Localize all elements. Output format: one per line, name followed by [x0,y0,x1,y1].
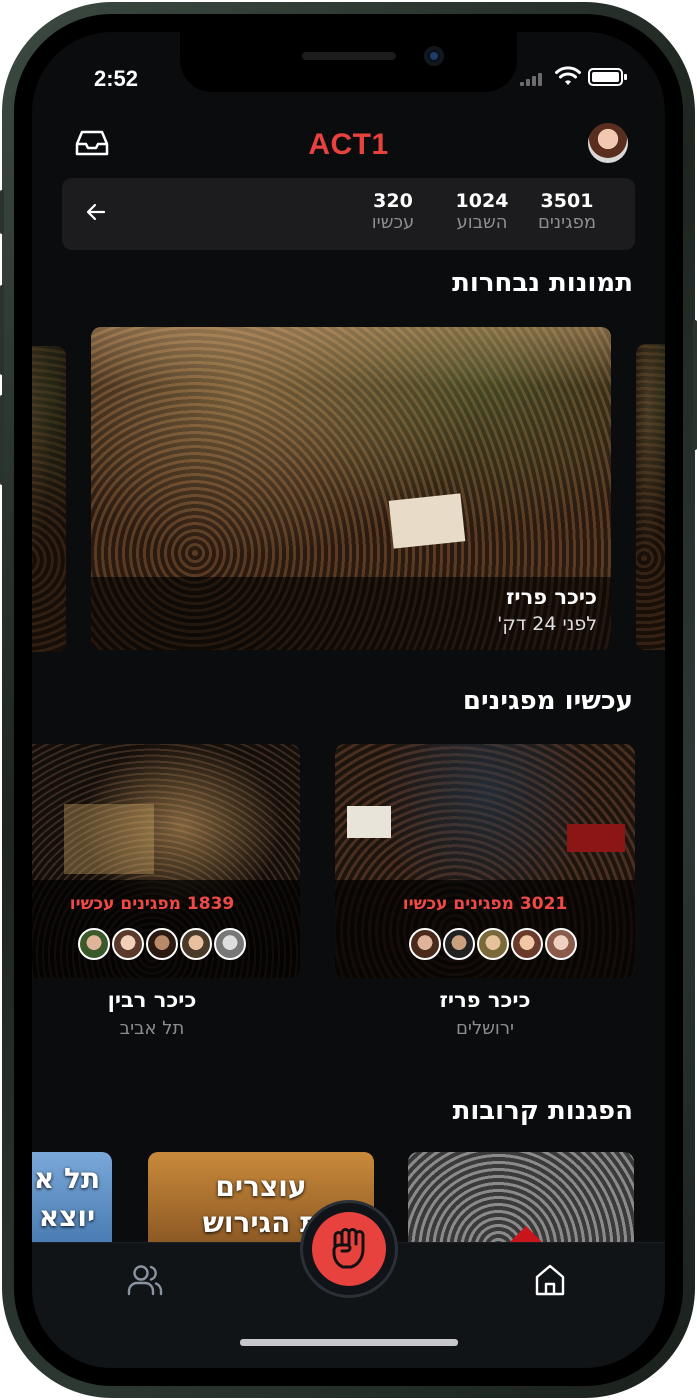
featured-time: לפני 24 דק' [497,613,597,635]
featured-heading: תמונות נבחרות [452,268,633,298]
stat-label: מפגינים [537,212,597,233]
nearby-text-1: עוצרים [215,1170,307,1203]
volume-up-button [0,285,4,375]
dim-overlay [636,344,665,650]
avatar [511,928,543,960]
stat-label: השבוע [456,212,508,233]
featured-photo-next[interactable] [636,344,665,650]
battery-icon [588,68,628,90]
featured-title: כיכר פריז [506,585,597,609]
building-lights [64,804,154,874]
stat-value: 320 [373,190,413,212]
protest-banner [567,824,625,852]
mute-switch [0,190,4,234]
stat-protesters: 3501 מפגינים [527,190,607,233]
stat-now: 320 עכשיו [358,190,428,233]
protest-button[interactable] [300,1200,398,1298]
signal-icon [520,72,548,92]
notch [180,32,517,92]
photo-lights [91,327,611,387]
stat-value: 3501 [540,190,594,212]
front-camera [424,46,444,66]
arrow-left-icon[interactable] [84,200,108,228]
protesting-now-heading: עכשיו מפגינים [462,686,633,716]
now-card-title: כיכר פריז [439,988,531,1012]
protest-sign [347,806,391,838]
people-icon[interactable] [126,1263,164,1301]
now-card-1[interactable]: 1839 מפגינים עכשיו [32,744,300,978]
avatar [409,928,441,960]
now-card-city: ירושלים [455,1018,515,1039]
featured-photo[interactable]: כיכר פריז לפני 24 דק' [91,327,611,650]
avatar [214,928,246,960]
screen: 2:52 ACT1 3501 מפגינים 1024 השבוע 320 עכ… [32,32,665,1368]
app-title: ACT1 [308,128,389,161]
avatar [477,928,509,960]
now-count: 1839 מפגינים עכשיו [69,894,235,914]
avatar [545,928,577,960]
nearby-heading: הפגנות קרובות [452,1096,633,1126]
avatar [78,928,110,960]
avatar[interactable] [588,123,628,163]
stats-bar: 3501 מפגינים 1024 השבוע 320 עכשיו [62,178,635,250]
status-time: 2:52 [94,66,139,91]
speaker [302,52,396,60]
stat-label: עכשיו [371,212,415,233]
featured-photo-prev[interactable] [32,346,66,652]
dim-overlay [32,346,66,652]
nearby-text-1: תל א [33,1162,101,1195]
now-card-title: כיכר רבין [107,988,197,1012]
avatar [112,928,144,960]
avatar [180,928,212,960]
stat-value: 1024 [455,190,509,212]
home-icon[interactable] [533,1263,567,1301]
avatar [146,928,178,960]
now-card-city: תל אביב [119,1018,185,1039]
fist-icon [325,1223,375,1279]
volume-down-button [0,395,4,485]
wifi-icon [555,66,581,92]
home-indicator [240,1339,458,1346]
now-count: 3021 מפגינים עכשיו [402,894,568,914]
power-button [693,320,697,450]
nearby-text-2: יוצא [38,1200,96,1233]
stat-week: 1024 השבוע [442,190,522,233]
protest-sign [388,493,466,549]
now-card-0[interactable]: 3021 מפגינים עכשיו [335,744,635,978]
avatar [443,928,475,960]
